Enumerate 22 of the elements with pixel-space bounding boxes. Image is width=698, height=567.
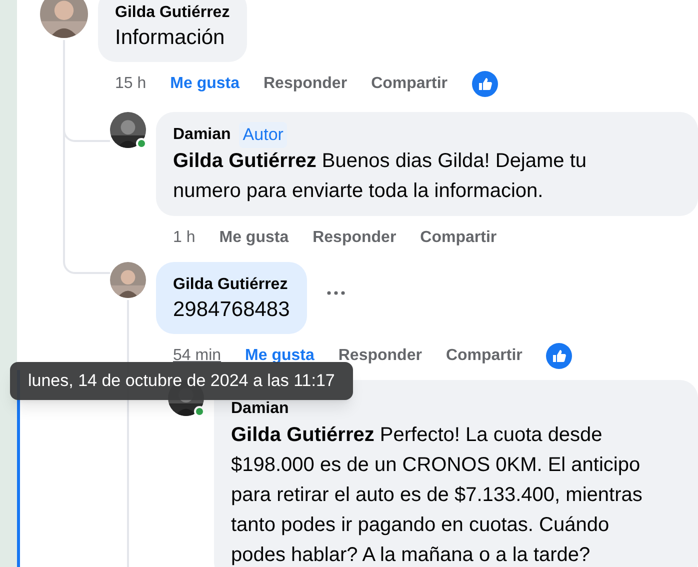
author-badge: Autor [238,122,288,148]
comment-text: Gilda Gutiérrez Buenos dias Gilda! Dejame tu numero para enviarte toda la informacion. [173,149,588,204]
more-options-icon[interactable] [326,291,345,295]
comment-text: Gilda Gutiérrez Perfecto! La cuota desde $198.000 es de un CRONOS 0KM. El anticipo para retirar el auto es de $7.133.400, mientras tanto podes ir pagando en cuotas. Cuándo podes hablar? A la mañana o a la tarde? [231,423,644,567]
reply-link[interactable]: Responder [263,72,348,96]
like-link[interactable]: Me gusta [170,72,240,96]
share-link[interactable]: Compartir [420,226,497,250]
comment-text: Información [115,25,226,51]
share-link[interactable]: Compartir [446,344,522,368]
comment-author[interactable]: Gilda Gutiérrez [115,1,230,25]
comment-author[interactable]: Damian [231,397,289,421]
share-link[interactable]: Compartir [371,72,448,96]
comment-time[interactable]: 1 h [173,226,196,250]
comment-text: 2984768483 [173,297,290,323]
date-tooltip: lunes, 14 de octubre de 2024 a las 11:17 [10,362,353,400]
comment-author[interactable]: Gilda Gutiérrez [173,273,288,297]
like-link[interactable]: Me gusta [219,226,289,250]
comment-author[interactable]: Damian [173,123,231,147]
reply-link[interactable]: Responder [312,226,396,250]
comment-time[interactable]: 15 h [115,72,146,96]
mention-link[interactable]: Gilda Gutiérrez [173,150,316,172]
mention-link[interactable]: Gilda Gutiérrez [231,424,374,446]
